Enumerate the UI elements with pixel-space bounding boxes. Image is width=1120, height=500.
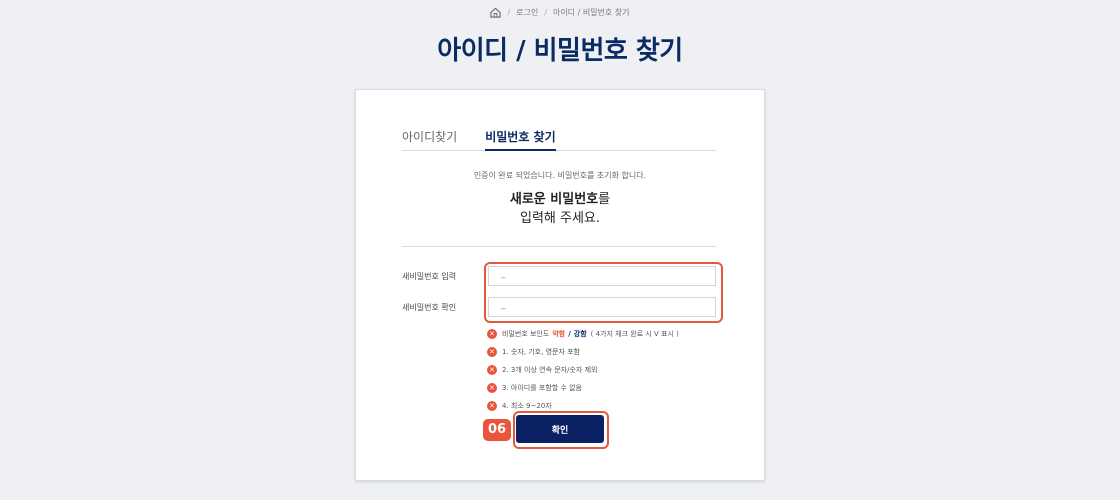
rule-text: 2. 3개 이상 연속 문자/숫자 제외 <box>502 366 598 374</box>
rule-item: ✕ 3. 아이디를 포함할 수 없음 <box>487 380 679 396</box>
strength-note: ( 4가지 체크 완료 시 V 표시 ) <box>590 330 679 338</box>
headline: 새로운 비밀번호를 입력해 주세요. <box>356 190 764 228</box>
x-circle-icon: ✕ <box>487 383 497 393</box>
strength-weak: 약함 <box>552 330 566 338</box>
input-highlight-frame <box>484 262 723 323</box>
home-icon[interactable] <box>490 7 502 18</box>
rule-text: 1. 숫자, 기호, 영문자 포함 <box>502 348 580 356</box>
strength-prefix: 비밀번호 보안도 <box>502 330 550 338</box>
headline-line2: 입력해 주세요. <box>519 211 601 226</box>
rule-text: 3. 아이디를 포함할 수 없음 <box>502 384 582 392</box>
confirm-button[interactable]: 확인 <box>516 415 604 443</box>
x-circle-icon: ✕ <box>487 329 497 339</box>
find-password-card: 아이디찾기 비밀번호 찾기 인증이 완료 되었습니다. 비밀번호를 초기화 합니… <box>355 89 765 481</box>
strength-strong: 강함 <box>573 330 587 338</box>
step-badge: 06 <box>483 419 511 441</box>
rule-item: ✕ 1. 숫자, 기호, 영문자 포함 <box>487 344 679 360</box>
page-title: 아이디 / 비밀번호 찾기 <box>437 36 683 66</box>
headline-suffix: 를 <box>598 192 611 207</box>
x-circle-icon: ✕ <box>487 347 497 357</box>
new-password-label: 새비밀번호 입력 <box>402 272 457 281</box>
breadcrumb: / 로그인 / 아이디 / 비밀번호 찾기 <box>0 7 1120 18</box>
strength-slash: / <box>568 330 571 338</box>
password-rules: ✕ 비밀번호 보안도 약함 / 강함 ( 4가지 체크 완료 시 V 표시 ) … <box>487 326 679 416</box>
headline-bold: 새로운 비밀번호 <box>509 192 599 207</box>
strength-row: ✕ 비밀번호 보안도 약함 / 강함 ( 4가지 체크 완료 시 V 표시 ) <box>487 326 679 342</box>
tab-bar: 아이디찾기 비밀번호 찾기 <box>402 126 716 151</box>
breadcrumb-item-current: 아이디 / 비밀번호 찾기 <box>552 8 630 17</box>
x-circle-icon: ✕ <box>487 365 497 375</box>
breadcrumb-separator: / <box>507 8 511 17</box>
rule-text: 4. 최소 9~20자 <box>502 402 552 410</box>
x-circle-icon: ✕ <box>487 401 497 411</box>
rule-item: ✕ 2. 3개 이상 연속 문자/숫자 제외 <box>487 362 679 378</box>
breadcrumb-item-login[interactable]: 로그인 <box>516 7 538 18</box>
confirm-password-label: 새비밀번호 확인 <box>402 303 457 312</box>
divider <box>402 246 716 247</box>
tab-find-id[interactable]: 아이디찾기 <box>402 126 457 149</box>
tab-find-password[interactable]: 비밀번호 찾기 <box>485 126 556 151</box>
breadcrumb-separator: / <box>544 8 547 17</box>
verification-notice: 인증이 완료 되었습니다. 비밀번호를 초기화 합니다. <box>473 171 647 180</box>
